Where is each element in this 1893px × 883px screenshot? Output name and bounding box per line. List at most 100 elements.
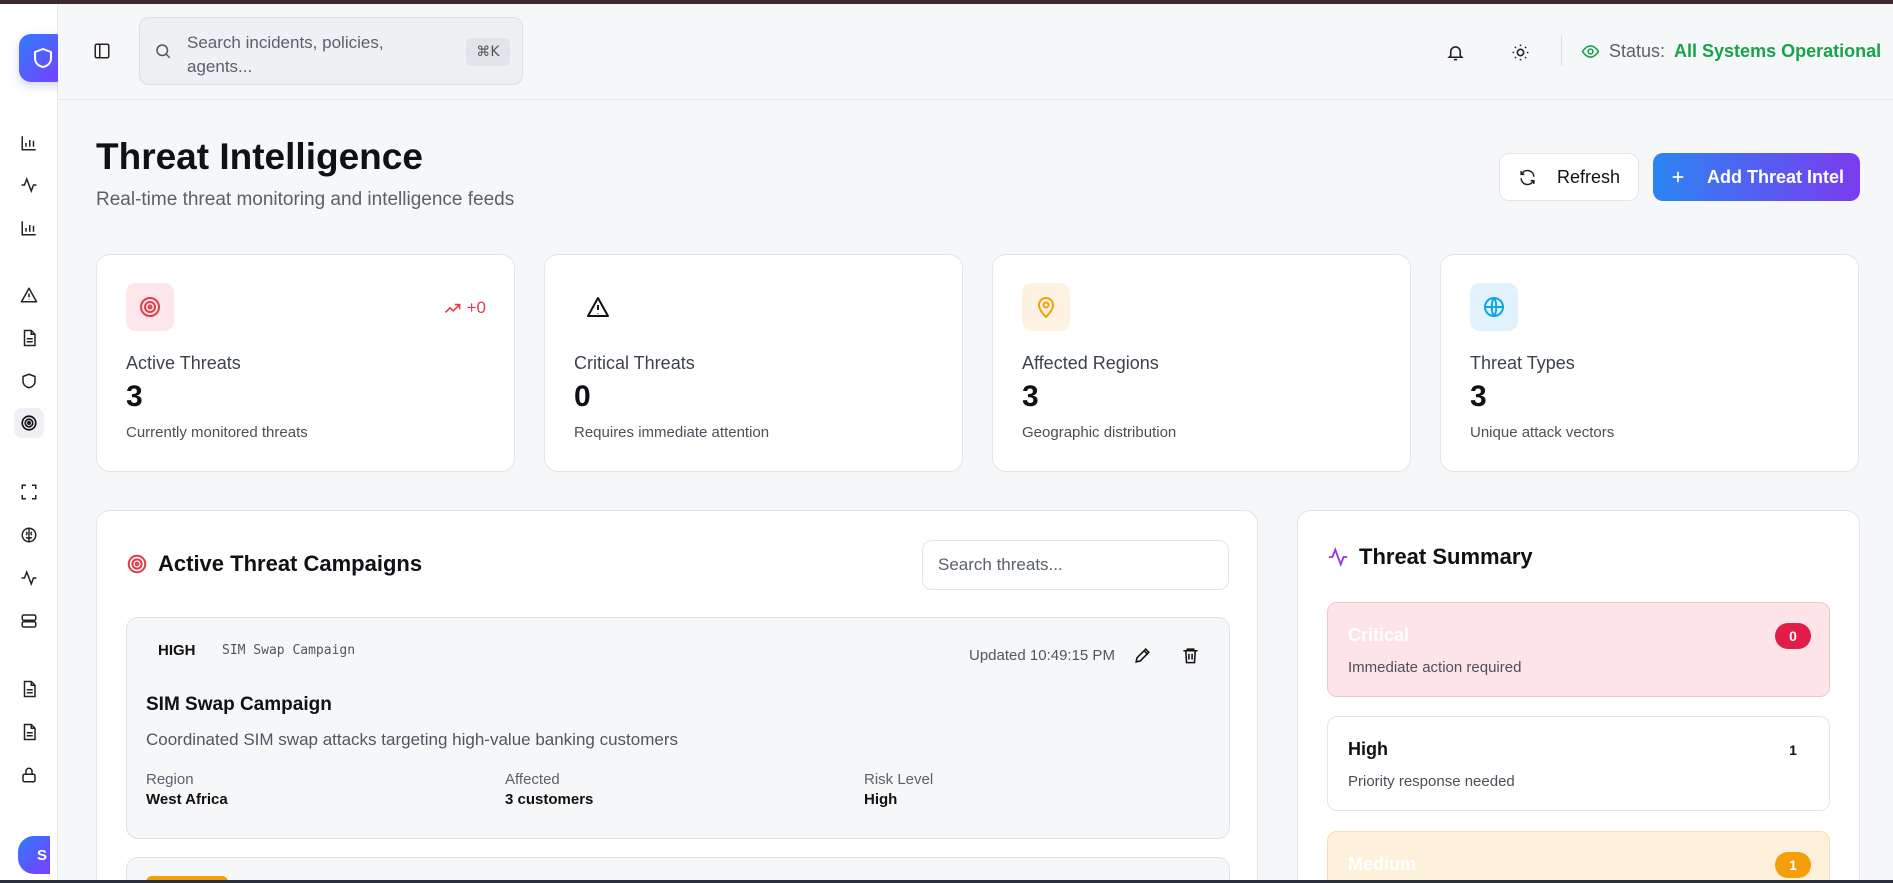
stat-icon-box <box>126 283 174 331</box>
severity-count-badge: 1 <box>1775 852 1811 878</box>
edit-threat-button[interactable] <box>1131 644 1153 666</box>
map-pin-icon <box>1037 297 1055 319</box>
add-threat-intel-button[interactable]: Add Threat Intel <box>1653 153 1860 201</box>
sidebar-item-security[interactable] <box>14 760 44 790</box>
region-value: West Africa <box>146 791 228 808</box>
severity-description: Priority response needed <box>1348 773 1515 790</box>
stat-icon-box <box>574 283 622 331</box>
summary-medium[interactable]: Medium 1 <box>1327 831 1830 883</box>
sidebar: S <box>0 4 67 880</box>
sidebar-item-documents[interactable] <box>14 674 44 704</box>
scan-icon <box>21 484 37 500</box>
target-icon <box>127 554 147 574</box>
stat-description: Requires immediate attention <box>574 424 770 441</box>
sidebar-item-threat-intel[interactable] <box>14 408 44 438</box>
page-subtitle: Real-time threat monitoring and intellig… <box>96 189 515 210</box>
threat-affected: Affected 3 customers <box>505 771 593 808</box>
threat-campaign-card[interactable]: HIGH SIM Swap Campaign Updated 10:49:15 … <box>126 617 1230 839</box>
stat-label: Active Threats <box>126 353 241 373</box>
activity-icon <box>21 176 37 194</box>
panel-title-text: Active Threat Campaigns <box>158 551 423 576</box>
sidebar-item-reports[interactable] <box>14 323 44 353</box>
stat-value: 0 <box>574 380 591 413</box>
status-label: Status: <box>1609 41 1666 61</box>
stat-card-critical-threats: Critical Threats 0 Requires immediate at… <box>544 254 963 472</box>
shield-icon <box>34 48 52 68</box>
panel-title-text: Threat Summary <box>1359 544 1533 569</box>
theme-toggle-button[interactable] <box>1508 40 1532 64</box>
top-header: Search incidents, policies, agents... ⌘K… <box>58 4 1893 100</box>
sidebar-item-policies[interactable] <box>14 366 44 396</box>
threat-region: Region West Africa <box>146 771 228 808</box>
sidebar-item-dashboard[interactable] <box>14 128 44 158</box>
stat-description: Currently monitored threats <box>126 424 308 441</box>
file-text-icon <box>23 680 36 698</box>
activity-icon <box>1328 547 1348 567</box>
sidebar-item-incidents[interactable] <box>14 280 44 310</box>
brain-icon <box>21 527 37 543</box>
sidebar-item-analytics[interactable] <box>14 213 44 243</box>
summary-high[interactable]: High Priority response needed 1 <box>1327 716 1830 811</box>
threat-search-placeholder: Search threats... <box>938 555 1063 574</box>
activity-icon <box>21 569 37 587</box>
server-icon <box>21 614 37 628</box>
stat-card-threat-types: Threat Types 3 Unique attack vectors <box>1440 254 1859 472</box>
sidebar-toggle-button[interactable] <box>91 40 113 62</box>
threat-search-input[interactable]: Search threats... <box>922 540 1229 590</box>
bar-chart-icon <box>21 136 36 151</box>
sidebar-item-servers[interactable] <box>14 606 44 636</box>
target-icon <box>21 415 37 431</box>
updated-timestamp: Updated 10:49:15 PM <box>969 647 1115 664</box>
user-avatar[interactable]: S <box>18 836 50 874</box>
stat-card-active-threats: +0 Active Threats 3 Currently monitored … <box>96 254 515 472</box>
plus-icon <box>1672 171 1684 183</box>
severity-name: High <box>1348 739 1388 759</box>
summary-critical[interactable]: Critical Immediate action required 0 <box>1327 602 1830 697</box>
alert-triangle-icon <box>587 297 609 317</box>
eye-icon <box>1581 45 1600 58</box>
threat-summary-panel: Threat Summary Critical Immediate action… <box>1297 510 1860 883</box>
sidebar-item-scan[interactable] <box>14 477 44 507</box>
affected-label: Affected <box>505 771 560 788</box>
stat-value: 3 <box>1470 380 1487 413</box>
refresh-button[interactable]: Refresh <box>1499 153 1639 201</box>
global-search-input[interactable]: Search incidents, policies, agents... ⌘K <box>139 17 523 85</box>
sidebar-item-activity[interactable] <box>14 170 44 200</box>
lock-icon <box>22 767 36 783</box>
sidebar-item-ai[interactable] <box>14 520 44 550</box>
search-shortcut-badge: ⌘K <box>466 38 510 66</box>
header-divider <box>1561 36 1562 66</box>
stat-label: Affected Regions <box>1022 353 1159 373</box>
trending-up-icon <box>444 303 461 313</box>
shield-icon <box>22 373 36 389</box>
severity-count-badge: 0 <box>1775 623 1811 649</box>
delete-threat-button[interactable] <box>1179 644 1201 666</box>
stat-description: Unique attack vectors <box>1470 424 1615 441</box>
panel-left-icon <box>94 43 110 59</box>
stat-icon-box <box>1470 283 1518 331</box>
threat-description: Coordinated SIM swap attacks targeting h… <box>146 730 679 749</box>
pencil-icon <box>1134 647 1150 663</box>
bell-icon <box>1446 45 1464 60</box>
sun-icon <box>1512 44 1528 60</box>
refresh-label: Refresh <box>1556 166 1621 187</box>
severity-description: Immediate action required <box>1348 659 1522 676</box>
stat-label: Threat Types <box>1470 353 1575 373</box>
search-placeholder: Search incidents, policies, agents... <box>187 33 384 76</box>
threat-name: SIM Swap Campaign <box>146 694 332 715</box>
affected-value: 3 customers <box>505 791 594 808</box>
globe-icon <box>1484 297 1504 317</box>
sidebar-item-audit[interactable] <box>14 717 44 747</box>
region-label: Region <box>146 771 194 788</box>
notifications-button[interactable] <box>1443 40 1467 64</box>
stat-label: Critical Threats <box>574 353 695 373</box>
sidebar-item-monitoring[interactable] <box>14 563 44 593</box>
threat-type-tag: SIM Swap Campaign <box>222 643 356 658</box>
severity-count-badge: 1 <box>1789 742 1797 758</box>
severity-name: Medium <box>1348 854 1417 874</box>
panel-title: Active Threat Campaigns <box>126 551 422 577</box>
avatar-initial: S <box>36 846 47 864</box>
panel-title: Threat Summary <box>1327 544 1533 570</box>
risk-level-label: Risk Level <box>864 771 934 788</box>
system-status: Status: All Systems Operational <box>1581 41 1881 62</box>
